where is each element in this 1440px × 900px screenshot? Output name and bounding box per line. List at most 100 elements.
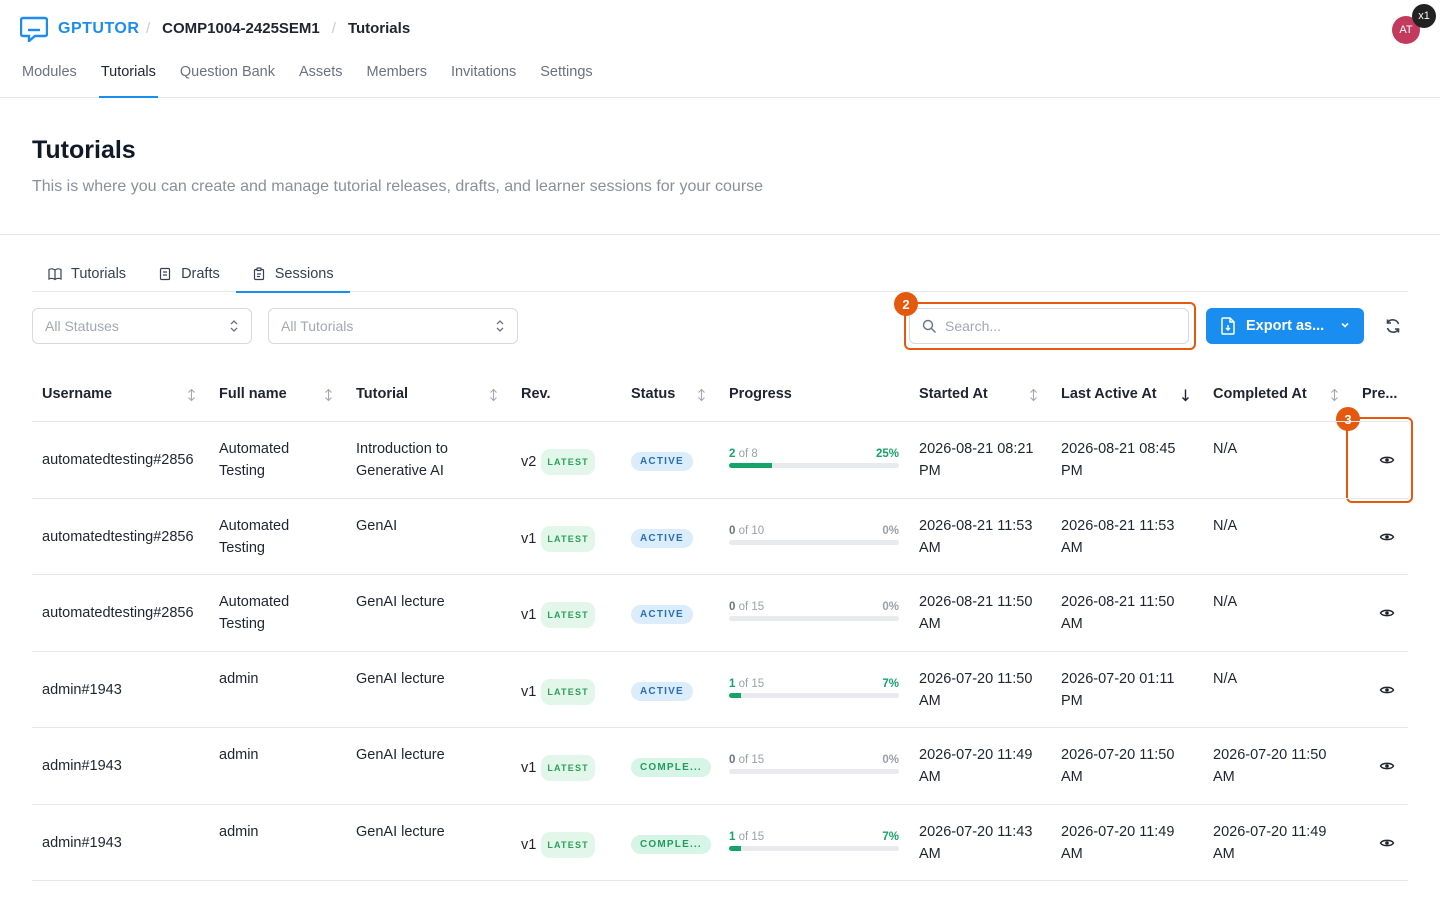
clipboard-icon	[253, 267, 264, 281]
col-last-active-at[interactable]: Last Active At	[1061, 386, 1157, 402]
rev-value: v2	[521, 454, 537, 470]
cell-rev: v1 LATEST	[521, 678, 595, 705]
nav-settings[interactable]: Settings	[540, 64, 592, 98]
top-bar: GPTUTOR / COMP1004-2425SEM1 / Tutorials …	[0, 0, 1440, 60]
sort-icon[interactable]	[1029, 388, 1038, 402]
cell-username: admin#1943	[42, 681, 122, 698]
eye-icon[interactable]	[1379, 758, 1395, 774]
status-badge: ACTIVE	[631, 681, 693, 701]
cell-username: automatedtesting#2856	[42, 605, 194, 621]
progress-count: 0 of 15	[729, 754, 764, 766]
table-header: Username Full name Tutorial Rev. Status …	[32, 368, 1408, 422]
latest-badge: LATEST	[541, 755, 595, 781]
cell-completed-at: N/A	[1213, 670, 1238, 687]
cell-tutorial: GenAI	[356, 517, 398, 534]
sort-icon[interactable]	[1330, 388, 1339, 402]
nav-assets[interactable]: Assets	[299, 64, 343, 98]
sort-icon[interactable]	[697, 388, 706, 402]
rev-value: v1	[521, 607, 537, 623]
draft-icon	[159, 267, 171, 281]
progress-total: of 8	[738, 448, 758, 460]
progress-percent: 0%	[882, 601, 899, 613]
sort-descending-icon[interactable]	[1181, 388, 1190, 402]
latest-badge: LATEST	[541, 449, 595, 475]
progress-total: of 15	[738, 677, 765, 690]
cell-full-name: Automated Testing	[219, 594, 290, 632]
progress-bar	[729, 616, 899, 621]
tab-tutorials-label: Tutorials	[71, 266, 127, 282]
book-icon	[48, 268, 62, 281]
nav-invitations[interactable]: Invitations	[451, 64, 516, 98]
export-button[interactable]: Export as...	[1206, 308, 1364, 344]
cell-tutorial: GenAI lecture	[356, 670, 445, 687]
eye-icon[interactable]	[1379, 835, 1395, 851]
tutorial-filter-select[interactable]: All Tutorials	[268, 308, 518, 344]
breadcrumb-tutorials[interactable]: Tutorials	[348, 20, 410, 37]
sort-icon[interactable]	[324, 388, 333, 402]
eye-icon[interactable]	[1379, 605, 1395, 621]
eye-icon[interactable]	[1379, 452, 1395, 468]
nav-tutorials[interactable]: Tutorials	[98, 64, 158, 98]
cell-username: admin#1943	[42, 758, 122, 774]
window-badge[interactable]: x1	[1412, 4, 1436, 28]
cell-progress: 0 of 15 0%	[729, 601, 899, 621]
cell-progress: 2 of 8 25%	[729, 448, 899, 468]
table-row[interactable]: admin#1943 admin GenAI lecture v1 LATEST…	[32, 728, 1408, 805]
eye-icon[interactable]	[1379, 682, 1395, 698]
cell-progress: 0 of 10 0%	[729, 525, 899, 545]
cell-username: admin#1943	[42, 834, 122, 851]
col-started-at[interactable]: Started At	[919, 386, 988, 402]
cell-tutorial: Introduction to Generative AI	[356, 441, 448, 479]
chevron-down-icon	[1341, 322, 1349, 328]
cell-started-at: 2026-07-20 11:49 AM	[919, 747, 1033, 785]
latest-badge: LATEST	[541, 678, 595, 705]
sort-icon[interactable]	[187, 388, 196, 402]
progress-count: 1 of 15	[729, 678, 764, 690]
breadcrumb-course[interactable]: COMP1004-2425SEM1	[162, 20, 320, 37]
cell-status: COMPLE...	[631, 832, 711, 856]
eye-icon[interactable]	[1379, 529, 1395, 545]
cell-started-at: 2026-08-21 11:53 AM	[919, 517, 1033, 556]
cell-full-name: admin	[219, 670, 259, 687]
table-row[interactable]: automatedtesting#2856 Automated Testing …	[32, 575, 1408, 652]
cell-completed-at: 2026-07-20 11:49 AM	[1213, 823, 1327, 862]
table-row[interactable]: automatedtesting#2856 Automated Testing …	[32, 422, 1408, 499]
col-full-name[interactable]: Full name	[219, 386, 287, 402]
export-button-label: Export as...	[1246, 318, 1325, 334]
nav-modules[interactable]: Modules	[22, 64, 77, 98]
status-filter-select[interactable]: All Statuses	[32, 308, 252, 344]
status-badge: ACTIVE	[631, 528, 693, 548]
page-header: Tutorials This is where you can create a…	[0, 98, 1440, 235]
cell-started-at: 2026-08-21 11:50 AM	[919, 594, 1033, 632]
cell-started-at: 2026-08-21 08:21 PM	[919, 441, 1034, 479]
file-export-icon	[1221, 317, 1235, 335]
app-logo[interactable]: GPTUTOR	[20, 16, 139, 42]
tab-tutorials[interactable]: Tutorials	[32, 256, 142, 292]
cell-progress: 0 of 15 0%	[729, 754, 899, 774]
tab-drafts[interactable]: Drafts	[142, 256, 236, 292]
progress-percent: 0%	[882, 754, 899, 766]
nav-members[interactable]: Members	[367, 64, 427, 98]
table-row[interactable]: admin#1943 admin GenAI lecture v1 LATEST…	[32, 652, 1408, 728]
cell-full-name: admin	[219, 747, 259, 763]
cell-last-active-at: 2026-08-21 11:50 AM	[1061, 594, 1175, 632]
col-tutorial[interactable]: Tutorial	[356, 386, 408, 402]
refresh-button[interactable]	[1382, 315, 1404, 337]
col-username[interactable]: Username	[42, 386, 112, 402]
col-completed-at[interactable]: Completed At	[1213, 386, 1307, 402]
nav-question-bank[interactable]: Question Bank	[180, 64, 275, 98]
cell-status: ACTIVE	[631, 526, 693, 550]
col-status[interactable]: Status	[631, 386, 675, 402]
table-row[interactable]: automatedtesting#2856 Automated Testing …	[32, 499, 1408, 575]
rev-value: v1	[521, 760, 537, 776]
cell-tutorial: GenAI lecture	[356, 823, 445, 840]
cell-last-active-at: 2026-08-21 11:53 AM	[1061, 517, 1175, 556]
main-nav: Modules Tutorials Question Bank Assets M…	[0, 56, 1440, 98]
cell-rev: v1 LATEST	[521, 602, 595, 628]
latest-badge: LATEST	[541, 602, 595, 628]
tab-sessions[interactable]: Sessions	[235, 256, 350, 293]
latest-badge: LATEST	[541, 831, 595, 858]
table-row[interactable]: admin#1943 admin GenAI lecture v1 LATEST…	[32, 805, 1408, 881]
cell-tutorial: GenAI lecture	[356, 594, 445, 610]
sort-icon[interactable]	[489, 388, 498, 402]
